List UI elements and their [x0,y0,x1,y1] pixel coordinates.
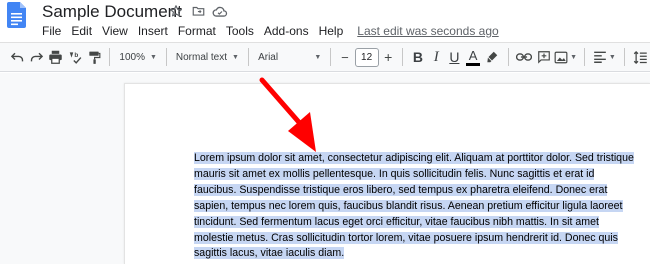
text-color-letter: A [468,47,478,63]
decrease-font-size-button[interactable]: − [337,46,352,68]
last-edit-link[interactable]: Last edit was seconds ago [357,24,498,38]
star-icon[interactable] [168,3,184,19]
zoom-select[interactable]: 100% ▼ [116,46,160,68]
text-color-button[interactable]: A [464,46,483,68]
svg-text:b: b [74,52,78,59]
undo-icon[interactable] [8,46,27,68]
toolbar-divider [623,48,625,66]
document-canvas: Lorem ipsum dolor sit amet, consectetur … [0,73,650,264]
toolbar-divider [507,48,509,66]
print-icon[interactable] [46,46,65,68]
document-body[interactable]: Lorem ipsum dolor sit amet, consectetur … [194,151,635,262]
menu-help[interactable]: Help [319,24,344,38]
style-value: Normal text [175,51,227,63]
move-to-folder-icon[interactable] [190,3,206,19]
link-icon[interactable] [515,46,534,68]
menu-view[interactable]: View [102,24,128,38]
font-size-input[interactable]: 12 [354,47,379,67]
menu-bar: File Edit View Insert Format Tools Add-o… [42,24,509,38]
text-color-swatch [466,62,481,66]
menu-edit[interactable]: Edit [71,24,92,38]
font-select[interactable]: Arial ▼ [255,46,324,68]
add-comment-icon[interactable] [534,46,553,68]
align-icon[interactable]: ▼ [591,46,618,68]
chevron-down-icon: ▼ [149,53,157,61]
insert-image-icon[interactable]: ▼ [553,46,578,68]
title-bar: Sample Document File Edit View Insert Fo… [0,0,650,42]
menu-format[interactable]: Format [178,24,216,38]
toolbar-divider [165,48,167,66]
spellcheck-icon[interactable]: b [65,46,84,68]
menu-add-ons[interactable]: Add-ons [264,24,309,38]
chevron-down-icon: ▼ [232,53,239,61]
selected-paragraph[interactable]: Lorem ipsum dolor sit amet, consectetur … [194,152,634,260]
document-title[interactable]: Sample Document [42,1,182,23]
zoom-value: 100% [119,51,145,63]
font-value: Arial [258,51,279,63]
toolbar-divider [330,48,332,66]
toolbar-divider [401,48,403,66]
toolbar: b 100% ▼ Normal text ▼ Arial ▼ − 12 + B I U… [0,42,650,72]
italic-button[interactable]: I [427,46,445,68]
highlight-icon[interactable] [483,46,502,68]
underline-button[interactable]: U [445,46,463,68]
document-page[interactable]: Lorem ipsum dolor sit amet, consectetur … [124,83,650,264]
style-select[interactable]: Normal text ▼ [173,46,242,68]
bold-button[interactable]: B [409,46,427,68]
docs-logo-icon[interactable] [7,2,26,28]
paint-format-icon[interactable] [84,46,103,68]
toolbar-divider [583,48,585,66]
toolbar-divider [109,48,111,66]
chevron-down-icon: ▼ [314,53,322,61]
cloud-status-icon[interactable] [212,3,228,19]
menu-insert[interactable]: Insert [138,24,168,38]
menu-file[interactable]: File [42,24,61,38]
toolbar-divider [248,48,250,66]
menu-tools[interactable]: Tools [226,24,254,38]
redo-icon[interactable] [27,46,46,68]
increase-font-size-button[interactable]: + [381,46,396,68]
line-spacing-icon[interactable] [631,46,650,68]
